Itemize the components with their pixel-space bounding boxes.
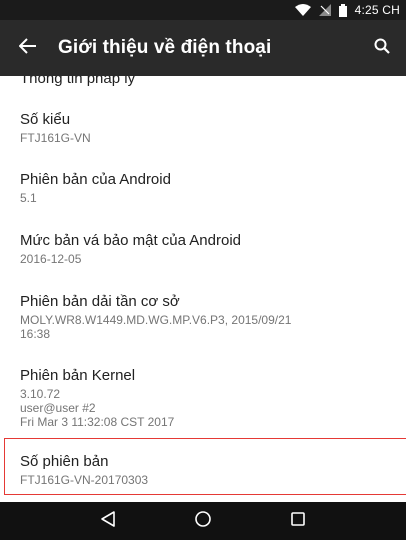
home-circle-icon xyxy=(194,510,212,533)
item-summary: FTJ161G-VN-20170303 xyxy=(20,473,149,487)
item-title: Mức bản vá bảo mật của Android xyxy=(20,232,242,249)
item-title: Phiên bản của Android xyxy=(20,171,171,188)
search-icon xyxy=(374,38,390,59)
item-title: Thông tin pháp lý xyxy=(20,76,136,87)
list-item-legal-info[interactable]: Thông tin pháp lý xyxy=(20,76,390,87)
back-button[interactable] xyxy=(0,20,56,76)
wifi-icon xyxy=(294,4,311,16)
arrow-left-icon xyxy=(18,37,37,60)
item-title: Số phiên bản xyxy=(20,453,109,470)
nav-home-button[interactable] xyxy=(178,502,228,540)
settings-list[interactable]: Thông tin pháp lý Số kiểu FTJ161G-VN Phi… xyxy=(0,76,406,502)
item-summary: 5.1 xyxy=(20,191,37,205)
list-item-android-version[interactable]: Phiên bản của Android 5.1 xyxy=(0,170,406,205)
item-summary: MOLY.WR8.W1449.MD.WG.MP.V6.P3, 2015/09/2… xyxy=(20,313,292,341)
item-title: Phiên bản Kernel xyxy=(20,367,136,384)
list-item-build-number[interactable]: Số phiên bản FTJ161G-VN-20170303 xyxy=(4,438,406,495)
signal-icon xyxy=(318,4,331,16)
item-summary: 2016-12-05 xyxy=(20,252,82,266)
app-bar: Giới thiệu về điện thoại xyxy=(0,20,406,76)
search-button[interactable] xyxy=(358,20,406,76)
status-bar: 4:25 CH xyxy=(0,0,406,20)
item-summary: FTJ161G-VN xyxy=(20,131,91,145)
list-item-security-patch[interactable]: Mức bản vá bảo mật của Android 2016-12-0… xyxy=(0,231,406,266)
status-time: 4:25 CH xyxy=(354,3,400,17)
nav-recents-button[interactable] xyxy=(273,502,323,540)
nav-back-button[interactable] xyxy=(83,502,133,540)
item-title: Phiên bản dải tần cơ sở xyxy=(20,293,180,310)
item-title: Số kiểu xyxy=(20,111,71,128)
recents-square-icon xyxy=(290,511,306,532)
page-title: Giới thiệu về điện thoại xyxy=(58,37,272,58)
list-item-baseband-version[interactable]: Phiên bản dải tần cơ sở MOLY.WR8.W1449.M… xyxy=(0,292,406,341)
item-summary: 3.10.72 user@user #2 Fri Mar 3 11:32:08 … xyxy=(20,387,175,429)
list-item-kernel-version[interactable]: Phiên bản Kernel 3.10.72 user@user #2 Fr… xyxy=(0,366,406,429)
back-triangle-icon xyxy=(99,510,117,533)
list-item-model-number[interactable]: Số kiểu FTJ161G-VN xyxy=(0,110,406,145)
battery-icon xyxy=(338,3,347,17)
navigation-bar xyxy=(0,502,406,540)
